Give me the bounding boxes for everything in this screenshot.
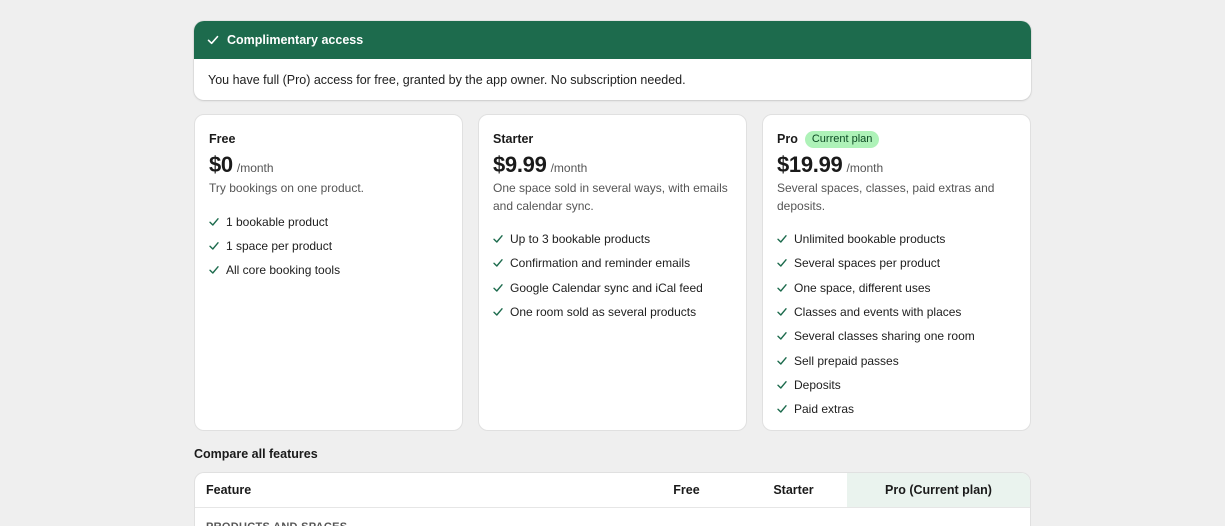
check-icon <box>493 307 503 317</box>
compare-features-table: Feature Free Starter Pro (Current plan) … <box>194 472 1031 526</box>
check-icon <box>209 217 219 227</box>
plan-period: /month <box>550 161 588 175</box>
plan-price: $0 <box>209 152 233 177</box>
plan-name-row: Pro Current plan <box>777 130 1016 148</box>
feature-item: Sell prepaid passes <box>777 348 1016 372</box>
price-row: $19.99/month <box>777 152 1016 178</box>
plan-price: $19.99 <box>777 152 843 177</box>
check-icon <box>777 356 787 366</box>
banner-header: Complimentary access <box>194 21 1031 59</box>
feature-label: Confirmation and reminder emails <box>510 256 691 271</box>
feature-item: Several classes sharing one room <box>777 324 1016 348</box>
feature-item: Confirmation and reminder emails <box>493 251 732 275</box>
plan-description: Several spaces, classes, paid extras and… <box>777 181 995 213</box>
check-icon <box>777 380 787 390</box>
feature-label: 1 bookable product <box>226 214 329 229</box>
feature-item: One room sold as several products <box>493 300 732 324</box>
current-plan-badge: Current plan <box>804 130 880 148</box>
check-icon <box>207 34 219 46</box>
feature-label: One room sold as several products <box>510 305 697 320</box>
feature-label: Up to 3 bookable products <box>510 232 651 247</box>
feature-label: Deposits <box>794 377 841 392</box>
plan-features: 1 bookable product 1 space per product All… <box>209 210 448 283</box>
feature-label: One space, different uses <box>794 280 931 295</box>
plan-period: /month <box>236 161 274 175</box>
table-header-row: Feature Free Starter Pro (Current plan) <box>195 473 1030 508</box>
column-header-free: Free <box>673 483 700 497</box>
plan-name: Starter <box>493 132 534 146</box>
check-icon <box>777 307 787 317</box>
feature-label: 1 space per product <box>226 238 333 253</box>
feature-label: Unlimited bookable products <box>794 232 946 247</box>
feature-label: Google Calendar sync and iCal feed <box>510 280 703 295</box>
feature-label: Sell prepaid passes <box>794 353 899 368</box>
check-icon <box>777 283 787 293</box>
plan-card-pro: Pro Current plan $19.99/month Several space… <box>762 114 1031 431</box>
feature-item: Unlimited bookable products <box>777 227 1016 251</box>
feature-label: Several spaces per product <box>794 256 941 271</box>
plan-period: /month <box>846 161 884 175</box>
feature-label: All core booking tools <box>226 263 341 278</box>
column-header-pro: Pro (Current plan) <box>847 473 1030 507</box>
feature-label: Paid extras <box>794 402 855 417</box>
banner-title: Complimentary access <box>227 33 364 47</box>
price-row: $0/month <box>209 152 448 178</box>
check-icon <box>493 234 503 244</box>
check-icon <box>209 265 219 275</box>
feature-item: Several spaces per product <box>777 251 1016 275</box>
price-row: $9.99/month <box>493 152 732 178</box>
compare-features-title: Compare all features <box>194 447 318 461</box>
complimentary-access-banner: Complimentary access You have full (Pro)… <box>194 21 1031 100</box>
plan-name: Free <box>209 132 236 146</box>
section-header-products-and-spaces: PRODUCTS AND SPACES <box>195 508 1030 526</box>
check-icon <box>777 331 787 341</box>
feature-item: 1 space per product <box>209 234 448 258</box>
feature-item: All core booking tools <box>209 258 448 282</box>
plan-card-free: Free $0/month Try bookings on one product.… <box>194 114 463 431</box>
feature-item: Classes and events with places <box>777 300 1016 324</box>
check-icon <box>493 258 503 268</box>
feature-item: Google Calendar sync and iCal feed <box>493 276 732 300</box>
banner-message: You have full (Pro) access for free, gra… <box>208 72 686 87</box>
feature-label: Classes and events with places <box>794 305 962 320</box>
feature-item: Paid extras <box>777 397 1016 421</box>
plan-features: Unlimited bookable products Several space… <box>777 227 1016 421</box>
column-header-starter: Starter <box>773 483 814 497</box>
pricing-page: Complimentary access You have full (Pro)… <box>194 21 1031 526</box>
feature-item: Up to 3 bookable products <box>493 227 732 251</box>
check-icon <box>777 234 787 244</box>
plan-name: Pro <box>777 132 798 146</box>
plan-name-row: Free <box>209 131 448 147</box>
column-header-feature: Feature <box>206 483 252 497</box>
check-icon <box>493 283 503 293</box>
plan-card-starter: Starter $9.99/month One space sold in seve… <box>478 114 747 431</box>
feature-label: Several classes sharing one room <box>794 329 975 344</box>
plan-name-row: Starter <box>493 131 732 147</box>
plan-description: One space sold in several ways, with ema… <box>493 181 728 213</box>
check-icon <box>777 404 787 414</box>
check-icon <box>209 241 219 251</box>
plan-description: Try bookings on one product. <box>209 181 364 195</box>
plan-cards: Free $0/month Try bookings on one product.… <box>194 114 1031 431</box>
feature-item: One space, different uses <box>777 276 1016 300</box>
feature-item: 1 bookable product <box>209 210 448 234</box>
plan-price: $9.99 <box>493 152 547 177</box>
check-icon <box>777 258 787 268</box>
plan-features: Up to 3 bookable products Confirmation an… <box>493 227 732 324</box>
feature-item: Deposits <box>777 373 1016 397</box>
